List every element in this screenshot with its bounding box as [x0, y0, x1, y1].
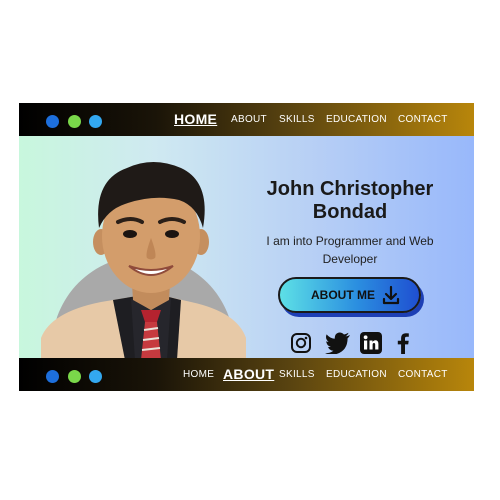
nav-contact-link[interactable]: CONTACT	[398, 358, 448, 391]
window-dot-blue	[46, 370, 59, 383]
nav-education-link[interactable]: EDUCATION	[326, 103, 387, 136]
profile-photo	[41, 162, 246, 358]
bottom-navbar: HOME ABOUT SKILLS EDUCATION CONTACT	[19, 358, 474, 391]
about-me-button-label: ABOUT ME	[311, 288, 375, 302]
download-icon	[382, 285, 400, 305]
hero-tagline: I am into Programmer and Web Developer	[266, 234, 434, 266]
facebook-icon[interactable]	[396, 332, 410, 354]
hero-section: John Christopher Bondad I am into Progra…	[19, 136, 474, 358]
window-dot-blue	[46, 115, 59, 128]
window-dot-green	[68, 115, 81, 128]
nav-home-link[interactable]: HOME	[183, 358, 214, 391]
window-dot-cyan	[89, 370, 102, 383]
top-navbar: HOME ABOUT SKILLS EDUCATION CONTACT	[19, 103, 474, 136]
nav-education-link[interactable]: EDUCATION	[326, 358, 387, 391]
nav-skills-link[interactable]: SKILLS	[279, 358, 315, 391]
nav-about-link[interactable]: ABOUT	[231, 103, 267, 136]
nav-home-link[interactable]: HOME	[174, 103, 217, 136]
about-me-button[interactable]: ABOUT ME	[278, 277, 421, 313]
nav-about-link[interactable]: ABOUT	[223, 358, 274, 391]
window-dot-cyan	[89, 115, 102, 128]
linkedin-icon[interactable]	[360, 332, 382, 354]
twitter-icon[interactable]	[325, 332, 351, 354]
nav-contact-link[interactable]: CONTACT	[398, 103, 448, 136]
instagram-icon[interactable]	[290, 332, 312, 354]
nav-skills-link[interactable]: SKILLS	[279, 103, 315, 136]
portfolio-frame: HOME ABOUT SKILLS EDUCATION CONTACT John…	[19, 103, 474, 391]
hero-name: John Christopher Bondad	[266, 178, 434, 223]
window-dot-green	[68, 370, 81, 383]
